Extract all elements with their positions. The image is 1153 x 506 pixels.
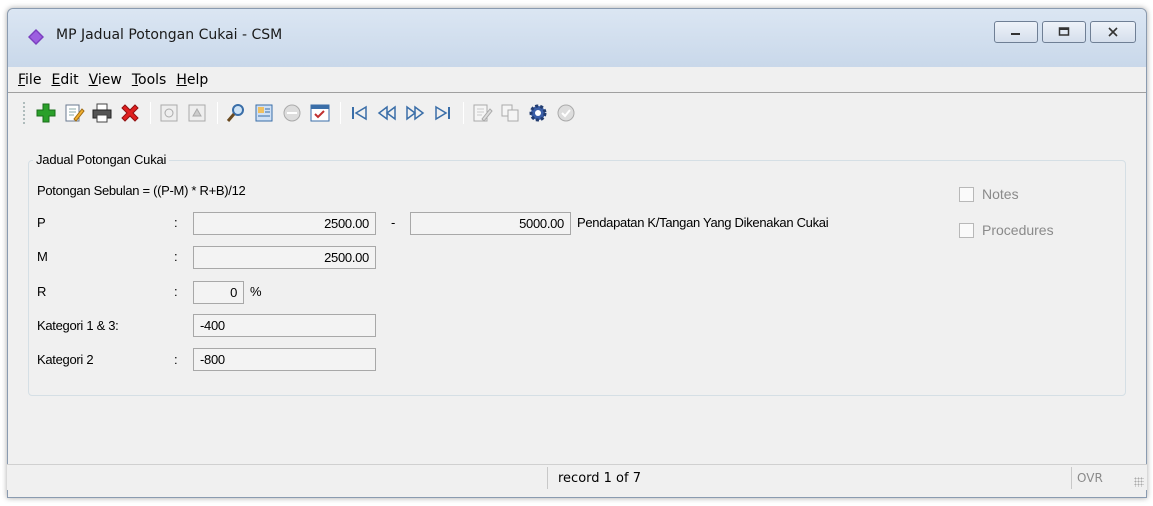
edit-button[interactable] xyxy=(62,101,86,125)
m-label: M xyxy=(37,249,48,264)
kategori-2-label: Kategori 2 xyxy=(37,352,94,367)
cancel-button[interactable] xyxy=(185,101,209,125)
next-record-icon xyxy=(406,105,425,121)
help-button[interactable] xyxy=(554,101,578,125)
toolbar-separator xyxy=(150,102,151,124)
last-record-button[interactable] xyxy=(431,101,455,125)
minimize-icon xyxy=(1011,33,1020,35)
search-icon xyxy=(226,104,244,122)
p-from-field[interactable]: 2500.00 xyxy=(193,212,376,235)
settings-gear-icon xyxy=(529,104,547,122)
maximize-button[interactable] xyxy=(1042,21,1086,43)
r-unit: % xyxy=(250,284,262,299)
kategori-1-3-label: Kategori 1 & 3: xyxy=(37,318,119,333)
menu-tools[interactable]: Tools xyxy=(132,72,167,88)
last-record-icon xyxy=(435,105,450,121)
menu-view[interactable]: View xyxy=(89,72,122,88)
status-separator xyxy=(547,467,548,489)
p-range-dash: - xyxy=(391,215,396,230)
menu-file[interactable]: File xyxy=(18,72,41,88)
minimize-button[interactable] xyxy=(994,21,1038,43)
formula-label: Potongan Sebulan = ((P-M) * R+B)/12 xyxy=(37,183,246,198)
save-icon xyxy=(160,104,178,122)
print-button[interactable] xyxy=(90,101,114,125)
purple-diamond-icon xyxy=(28,29,44,45)
status-bar: record 1 of 7 OVR xyxy=(7,464,1147,490)
toolbar-separator xyxy=(217,102,218,124)
menu-edit[interactable]: Edit xyxy=(51,72,78,88)
copy-button[interactable] xyxy=(498,101,522,125)
find-record-button[interactable] xyxy=(252,101,276,125)
procedures-checkbox-row[interactable]: Procedures xyxy=(959,222,1054,238)
p-label: P xyxy=(37,215,46,230)
title-bar[interactable]: MP Jadual Potongan Cukai - CSM xyxy=(8,9,1146,67)
toolbar-grip[interactable] xyxy=(22,101,26,125)
menu-help[interactable]: Help xyxy=(176,72,208,88)
next-record-button[interactable] xyxy=(403,101,427,125)
toolbar-separator xyxy=(340,102,341,124)
kategori-1-3-field[interactable]: -400 xyxy=(193,314,376,337)
m-colon: : xyxy=(174,249,178,264)
calendar-icon xyxy=(310,104,330,122)
copy-icon xyxy=(501,104,519,122)
search-button[interactable] xyxy=(224,101,248,125)
add-icon xyxy=(36,103,56,123)
save-button[interactable] xyxy=(157,101,181,125)
notes-label: Notes xyxy=(982,186,1019,202)
notes-button[interactable] xyxy=(470,101,494,125)
first-record-icon xyxy=(352,105,367,121)
overwrite-indicator: OVR xyxy=(1077,471,1103,485)
add-button[interactable] xyxy=(34,101,58,125)
toolbar-separator xyxy=(463,102,464,124)
procedures-checkbox[interactable] xyxy=(959,222,974,238)
delete-button[interactable] xyxy=(118,101,142,125)
window-title: MP Jadual Potongan Cukai - CSM xyxy=(56,27,283,43)
calendar-button[interactable] xyxy=(308,101,332,125)
r-field[interactable]: 0 xyxy=(193,281,244,304)
r-label: R xyxy=(37,284,47,299)
kategori-2-colon: : xyxy=(174,352,178,367)
previous-record-icon xyxy=(377,105,396,121)
p-colon: : xyxy=(174,215,178,230)
kategori-2-field[interactable]: -800 xyxy=(193,348,376,371)
settings-button[interactable] xyxy=(526,101,550,125)
find-record-icon xyxy=(255,104,273,122)
status-separator xyxy=(1071,467,1072,489)
clear-filter-button[interactable] xyxy=(280,101,304,125)
r-colon: : xyxy=(174,284,178,299)
procedures-label: Procedures xyxy=(982,222,1054,238)
p-to-field[interactable]: 5000.00 xyxy=(410,212,571,235)
resize-grip[interactable] xyxy=(1134,477,1144,487)
menu-bar: File Edit View Tools Help xyxy=(8,67,1146,93)
first-record-button[interactable] xyxy=(347,101,371,125)
clear-filter-icon xyxy=(283,104,301,122)
maximize-icon xyxy=(1058,27,1070,36)
delete-icon xyxy=(121,104,139,122)
group-title: Jadual Potongan Cukai xyxy=(33,152,170,167)
notes-checkbox-row[interactable]: Notes xyxy=(959,186,1019,202)
p-description: Pendapatan K/Tangan Yang Dikenakan Cukai xyxy=(577,215,829,230)
close-icon xyxy=(1108,27,1118,37)
cancel-icon xyxy=(188,104,206,122)
notes-checkbox[interactable] xyxy=(959,186,974,202)
previous-record-button[interactable] xyxy=(375,101,399,125)
record-counter: record 1 of 7 xyxy=(558,471,641,486)
notes-icon xyxy=(473,104,493,122)
m-field[interactable]: 2500.00 xyxy=(193,246,376,269)
help-circle-icon xyxy=(557,104,575,122)
close-button[interactable] xyxy=(1090,21,1136,43)
print-icon xyxy=(92,103,112,123)
edit-icon xyxy=(65,104,85,122)
toolbar xyxy=(8,97,1146,129)
